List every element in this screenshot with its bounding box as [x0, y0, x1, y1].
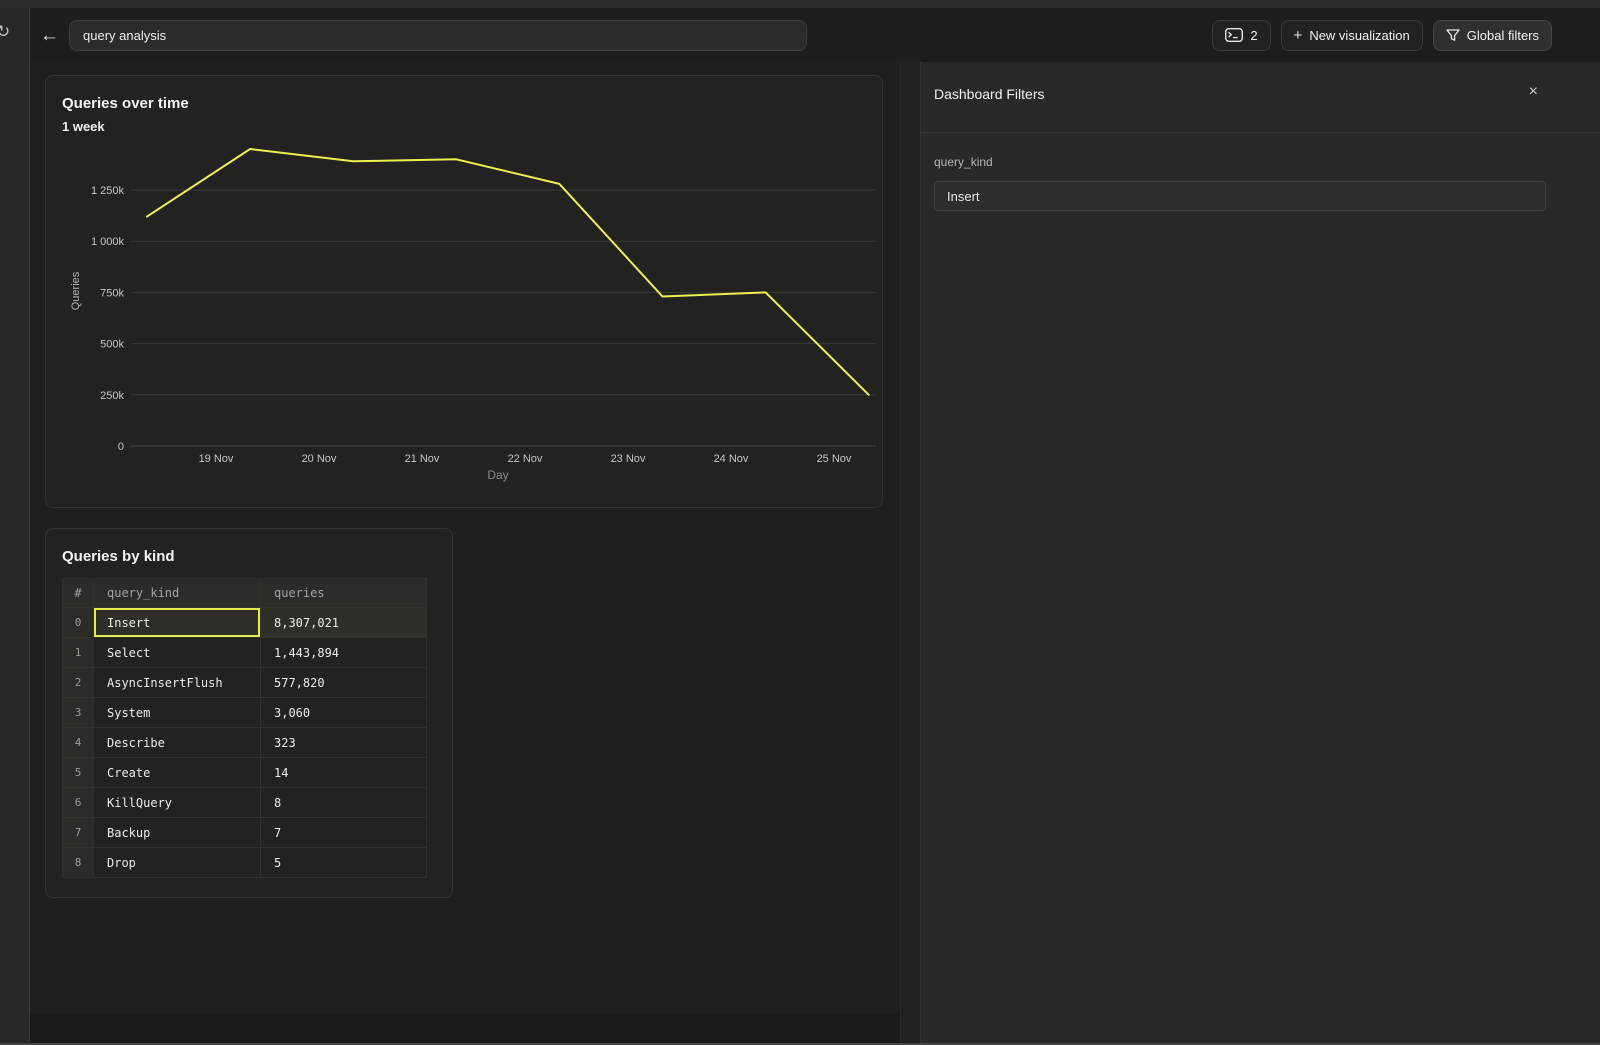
new-visualization-button[interactable]: + New visualization: [1281, 20, 1423, 51]
table-cell-queries[interactable]: 7: [261, 818, 427, 848]
close-icon[interactable]: ×: [1529, 84, 1538, 100]
x-tick-label: 25 Nov: [817, 453, 852, 465]
dashboard-app: ↻ ← 2 + New visualization Global filters: [0, 0, 1600, 1045]
y-tick-label: 1 250k: [91, 185, 125, 197]
plus-icon: +: [1294, 28, 1303, 43]
x-tick-label: 23 Nov: [611, 453, 646, 465]
queries-by-kind-table: # query_kind queries 0Insert8,307,0211Se…: [62, 578, 427, 878]
queries-over-time-card: Queries over time 1 week 0250k500k750k1 …: [45, 75, 883, 508]
console-count: 2: [1250, 28, 1257, 43]
x-tick-label: 21 Nov: [405, 453, 440, 465]
table-cell-queries[interactable]: 577,820: [261, 668, 427, 698]
row-index-cell: 2: [63, 668, 94, 698]
table-cell-query-kind[interactable]: Select: [94, 638, 261, 668]
topbar-actions: 2 + New visualization Global filters: [1212, 20, 1552, 51]
y-tick-label: 500k: [100, 339, 124, 351]
x-tick-label: 20 Nov: [302, 453, 337, 465]
table-cell-queries[interactable]: 1,443,894: [261, 638, 427, 668]
canvas-bottom-strip: [30, 1013, 900, 1045]
table-row: 0Insert8,307,021: [63, 608, 427, 638]
top-bar: ← 2 + New visualization Global filters: [30, 8, 1600, 62]
table-row: 1Select1,443,894: [63, 638, 427, 668]
table-cell-queries[interactable]: 323: [261, 728, 427, 758]
y-tick-label: 250k: [100, 390, 124, 402]
column-header-queries: queries: [261, 579, 427, 608]
table-cell-queries[interactable]: 14: [261, 758, 427, 788]
table-cell-query-kind[interactable]: Insert: [94, 608, 261, 638]
visualization-rail: ↻: [0, 8, 30, 1045]
row-index-cell: 1: [63, 638, 94, 668]
canvas-gutter: [900, 62, 920, 1045]
y-axis-title: Queries: [70, 271, 82, 310]
console-panel-icon: [1225, 28, 1243, 42]
filter-field-label: query_kind: [934, 155, 993, 169]
table-cell-query-kind[interactable]: Drop: [94, 848, 261, 878]
table-cell-queries[interactable]: 3,060: [261, 698, 427, 728]
x-tick-label: 22 Nov: [508, 453, 543, 465]
row-index-cell: 8: [63, 848, 94, 878]
queries-series-line: [147, 149, 869, 395]
table-cell-query-kind[interactable]: AsyncInsertFlush: [94, 668, 261, 698]
table-row: 4Describe323: [63, 728, 427, 758]
queries-by-kind-card: Queries by kind # query_kind queries 0In…: [45, 528, 453, 898]
row-index-cell: 3: [63, 698, 94, 728]
table-cell-query-kind[interactable]: System: [94, 698, 261, 728]
x-axis-title: Day: [487, 468, 508, 482]
table-cell-queries[interactable]: 8,307,021: [261, 608, 427, 638]
table-cell-query-kind[interactable]: Create: [94, 758, 261, 788]
table-cell-query-kind[interactable]: Backup: [94, 818, 261, 848]
dashboard-title-input[interactable]: [69, 20, 807, 51]
table-row: 2AsyncInsertFlush577,820: [63, 668, 427, 698]
x-tick-label: 19 Nov: [199, 453, 234, 465]
filter-funnel-icon: [1446, 29, 1460, 42]
sql-console-button[interactable]: 2: [1212, 20, 1270, 51]
queries-line-chart: 0 250k 500k 750k 1 000k 1 250k 19 Nov 20 Nov 21 …: [46, 76, 884, 509]
table-row: 5Create14: [63, 758, 427, 788]
dashboard-canvas: Queries over time 1 week 0250k500k750k1 …: [30, 62, 920, 1045]
y-tick-label: 0: [118, 441, 124, 453]
row-index-cell: 7: [63, 818, 94, 848]
table-row: 8Drop5: [63, 848, 427, 878]
row-index-cell: 5: [63, 758, 94, 788]
table-title: Queries by kind: [62, 548, 175, 565]
table-cell-queries[interactable]: 5: [261, 848, 427, 878]
table-row: 6KillQuery8: [63, 788, 427, 818]
table-cell-queries[interactable]: 8: [261, 788, 427, 818]
refresh-icon[interactable]: ↻: [0, 22, 10, 42]
global-filters-button[interactable]: Global filters: [1433, 20, 1552, 51]
back-arrow-icon[interactable]: ←: [40, 26, 59, 45]
x-tick-label: 24 Nov: [714, 453, 749, 465]
y-tick-label: 750k: [100, 287, 124, 299]
rail-item[interactable]: [0, 116, 14, 148]
rail-item-active[interactable]: [0, 67, 14, 100]
table-row: 7Backup7: [63, 818, 427, 848]
row-index-cell: 4: [63, 728, 94, 758]
column-header-index: #: [63, 579, 94, 608]
row-index-cell: 6: [63, 788, 94, 818]
rail-item[interactable]: [0, 345, 14, 377]
column-header-query-kind: query_kind: [94, 579, 261, 608]
filters-panel-title: Dashboard Filters: [934, 86, 1045, 102]
row-index-cell: 0: [63, 608, 94, 638]
dashboard-filters-panel: Dashboard Filters × query_kind: [920, 62, 1600, 1045]
table-row: 3System3,060: [63, 698, 427, 728]
y-tick-label: 1 000k: [91, 236, 125, 248]
table-cell-query-kind[interactable]: Describe: [94, 728, 261, 758]
query-kind-filter-input[interactable]: [934, 181, 1546, 211]
window-top-edge: [0, 0, 1600, 8]
table-header-row: # query_kind queries: [63, 579, 427, 608]
table-cell-query-kind[interactable]: KillQuery: [94, 788, 261, 818]
filters-panel-header: Dashboard Filters ×: [921, 62, 1600, 133]
